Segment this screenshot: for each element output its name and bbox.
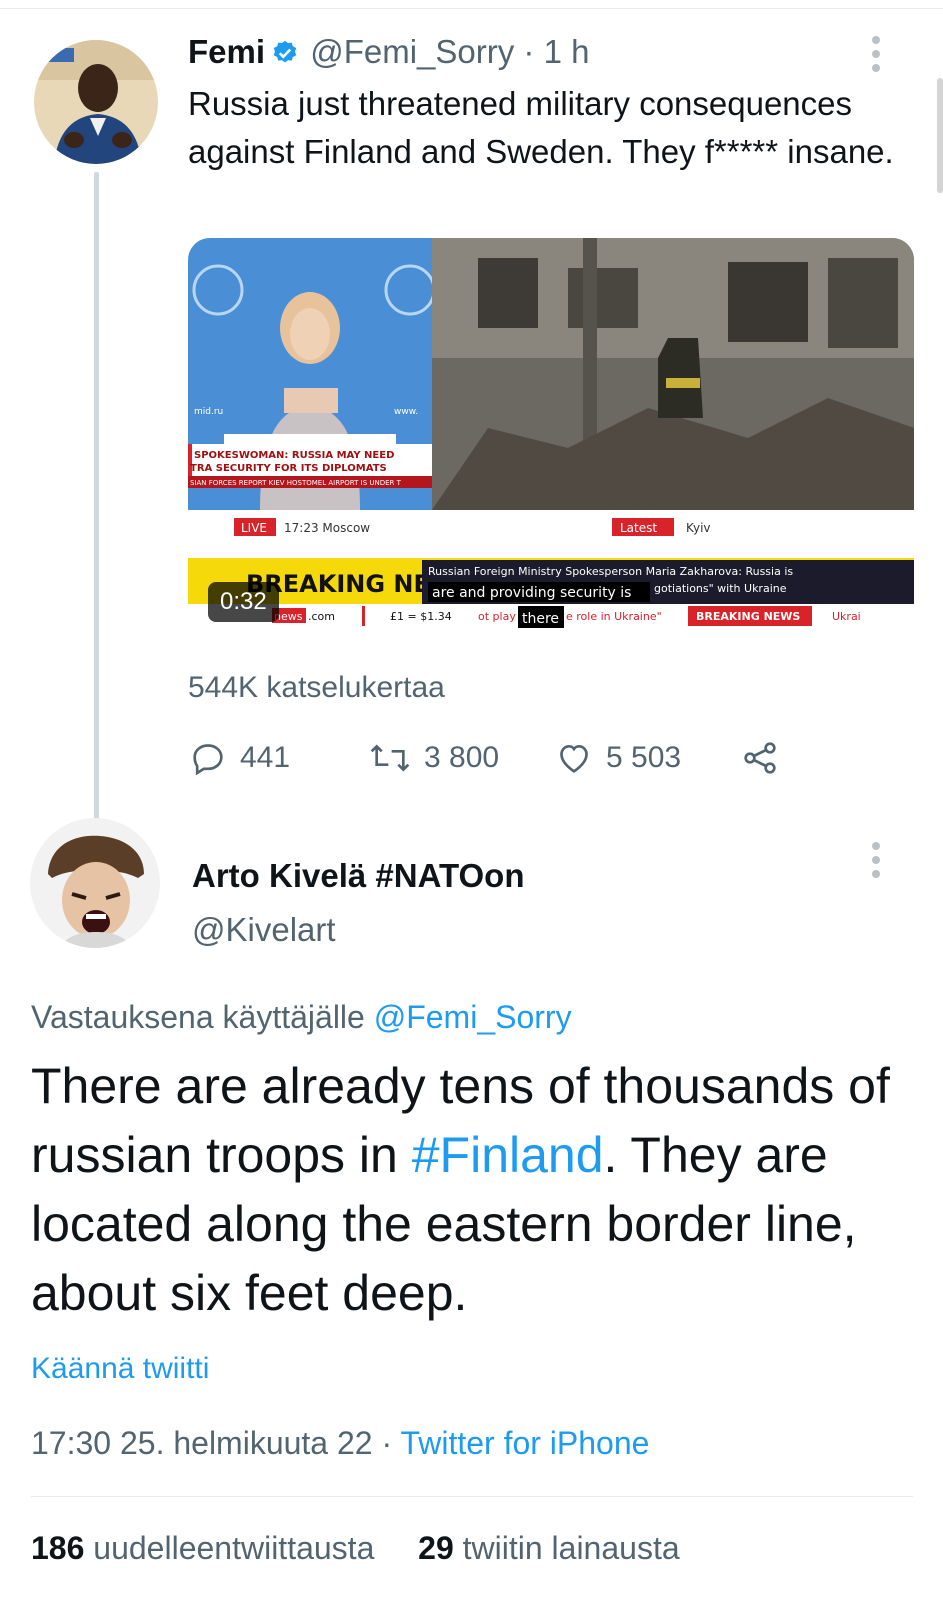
reply-count: 441 (240, 741, 291, 774)
client-link[interactable]: Twitter for iPhone (400, 1425, 649, 1461)
ticker-text2: e role in Ukraine" (566, 610, 662, 623)
tweet1-separator: · (523, 33, 535, 70)
translate-tweet-link[interactable]: Käännä twiitti (31, 1352, 209, 1386)
retweet-stat-label: uudelleentwiittausta (93, 1530, 375, 1566)
headline-line2: gotiations" with Ukraine (654, 582, 787, 595)
reply-context: Vastauksena käyttäjälle @Femi_Sorry (31, 999, 572, 1036)
tweet2-more-icon[interactable] (870, 842, 882, 884)
tweet1-view-count: 544K katselukertaa (188, 671, 445, 704)
tweet1-more-icon[interactable] (870, 36, 882, 78)
tweet1-time[interactable]: 1 h (544, 33, 590, 70)
tweet1-author-name[interactable]: Femi (188, 33, 265, 70)
retweet-icon (370, 744, 410, 772)
latest-place: Kyiv (686, 521, 711, 535)
quote-stat-count: 29 (418, 1530, 454, 1566)
reply-button[interactable]: 441 (188, 738, 290, 778)
ticker-fx: £1 = $1.34 (390, 610, 452, 623)
wall-right-text: www. (394, 407, 418, 417)
scrollbar[interactable] (937, 78, 943, 193)
ticker-breaking: BREAKING NEWS (696, 610, 800, 623)
stats-divider (31, 1496, 913, 1497)
tweet1-handle[interactable]: @Femi_Sorry (310, 33, 514, 70)
tweet2-author-name[interactable]: Arto Kivelä #NATOon (192, 857, 525, 895)
tweet2-handle[interactable]: @Kivelart (192, 911, 336, 949)
reply-handle-link[interactable]: @Femi_Sorry (374, 999, 572, 1035)
tweet2-timestamp[interactable]: 17:30 25. helmikuuta 22 (31, 1425, 373, 1461)
retweets-stat[interactable]: 186 uudelleentwiittausta (31, 1530, 374, 1566)
top-divider (0, 8, 943, 9)
thread-line (94, 172, 99, 827)
share-button[interactable] (740, 738, 792, 778)
video-duration-badge: 0:32 (208, 582, 279, 622)
ticker-text: ot play (478, 610, 516, 623)
reply-icon (193, 744, 223, 776)
retweet-count: 3 800 (424, 741, 500, 774)
subtitle-1: are and providing security is (432, 585, 631, 601)
reply-prefix: Vastauksena käyttäjälle (31, 999, 365, 1035)
live-badge: LIVE (241, 521, 267, 535)
hashtag-finland-link[interactable]: #Finland (412, 1127, 604, 1183)
latest-badge: Latest (620, 521, 657, 535)
left-ticker: SIAN FORCES REPORT KIEV HOSTOMEL AIRPORT… (190, 479, 402, 487)
verified-badge-icon (271, 36, 299, 76)
tweet2-meta: 17:30 25. helmikuuta 22 · Twitter for iP… (31, 1425, 649, 1462)
avatar-femi[interactable] (34, 40, 158, 164)
heart-icon (560, 744, 588, 773)
retweet-button[interactable]: 3 800 (368, 738, 499, 778)
ticker-com: .com (308, 610, 335, 623)
like-count: 5 503 (606, 741, 682, 774)
meta-separator: · (372, 1425, 401, 1461)
wall-left-text: mid.ru (194, 407, 223, 417)
ticker-end: Ukrai (832, 610, 861, 623)
quotes-stat[interactable]: 29 twiitin lainausta (418, 1530, 679, 1566)
video-thumbnail: mid.ru www. SPOKESWOMAN: RUSSIA MAY NEED… (188, 238, 914, 628)
avatar-arto[interactable] (30, 818, 160, 948)
tweet1-action-bar: 441 3 800 5 503 (188, 738, 808, 778)
left-banner-line2: TRA SECURITY FOR ITS DIPLOMATS (190, 463, 387, 474)
retweet-stat-count: 186 (31, 1530, 85, 1566)
left-banner-line1: SPOKESWOMAN: RUSSIA MAY NEED (194, 450, 394, 461)
like-button[interactable]: 5 503 (554, 738, 681, 778)
video-player[interactable]: mid.ru www. SPOKESWOMAN: RUSSIA MAY NEED… (188, 238, 914, 644)
subtitle-2: there (522, 611, 559, 627)
headline-line1: Russian Foreign Ministry Spokesperson Ma… (428, 565, 793, 578)
live-time: 17:23 Moscow (284, 521, 370, 535)
tweet1-text: Russia just threatened military conseque… (188, 85, 894, 170)
tweet2-text: There are already tens of thousands of r… (31, 1052, 921, 1328)
quote-stat-label: twiitin lainausta (462, 1530, 680, 1566)
share-icon (744, 742, 776, 774)
tweet2-stats: 186 uudelleentwiittausta 29 twiitin lain… (31, 1530, 680, 1567)
tweet1-header: Femi @Femi_Sorry · 1 h (188, 32, 589, 76)
